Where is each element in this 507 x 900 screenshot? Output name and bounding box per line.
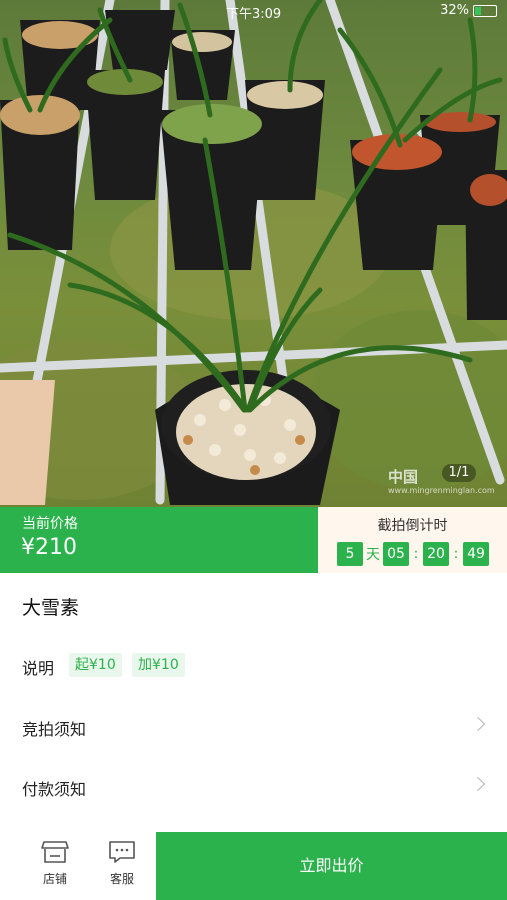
- countdown-minutes: 20: [423, 542, 449, 566]
- bidding-notice-row[interactable]: 竞拍须知: [0, 706, 507, 746]
- photo-watermark-url: www.mingrenminglan.com: [388, 486, 495, 495]
- payment-notice-label: 付款须知: [22, 780, 87, 799]
- image-counter: 1/1: [442, 464, 476, 482]
- current-price-panel: 当前价格 ¥210: [0, 507, 318, 573]
- item-title: 大雪素: [22, 597, 80, 619]
- shop-label: 店铺: [42, 872, 67, 886]
- countdown-panel: 截拍倒计时 5 天 05 : 20 : 49: [318, 507, 507, 573]
- countdown-timer: 5 天 05 : 20 : 49: [337, 542, 489, 566]
- bid-now-button[interactable]: 立即出价: [156, 832, 507, 900]
- current-price-label: 当前价格: [22, 516, 78, 532]
- payment-notice-row[interactable]: 付款须知: [0, 766, 507, 806]
- countdown-separator: :: [453, 546, 459, 562]
- start-price-chip: 起¥10: [69, 653, 122, 677]
- status-battery: 32%: [440, 3, 497, 18]
- chat-icon: [109, 841, 135, 863]
- current-price-value: ¥210: [21, 535, 77, 560]
- bottom-action-bar: 店铺 客服 立即出价: [0, 832, 507, 900]
- orchid-pots-illustration: [0, 0, 507, 505]
- bidding-notice-label: 竞拍须知: [22, 720, 87, 739]
- chevron-right-icon: [470, 776, 486, 792]
- increment-chip: 加¥10: [132, 653, 185, 677]
- chevron-right-icon: [470, 716, 486, 732]
- status-time: 下午3:09: [226, 7, 282, 22]
- photo-watermark: 中国: [388, 468, 419, 486]
- store-icon: [41, 841, 69, 863]
- countdown-hours: 05: [383, 542, 409, 566]
- countdown-label: 截拍倒计时: [377, 518, 448, 534]
- customer-service-label: 客服: [109, 872, 134, 886]
- price-bar: 当前价格 ¥210 截拍倒计时 5 天 05 : 20 : 49: [0, 507, 507, 573]
- customer-service-button[interactable]: 客服: [92, 840, 152, 896]
- product-photo[interactable]: 下午3:09 32% 中国 www.mingrenminglan.com 1/1: [0, 0, 507, 507]
- countdown-days-unit: 天: [366, 547, 380, 563]
- countdown-seconds: 49: [463, 542, 489, 566]
- battery-percent: 32%: [440, 3, 469, 18]
- countdown-separator: :: [413, 546, 419, 562]
- countdown-days: 5: [337, 542, 363, 566]
- description-row: 说明 起¥10 加¥10: [0, 645, 507, 685]
- shop-button[interactable]: 店铺: [25, 840, 85, 896]
- status-bar: 下午3:09 32%: [0, 3, 507, 23]
- description-label: 说明: [22, 659, 55, 678]
- battery-icon: [473, 4, 497, 17]
